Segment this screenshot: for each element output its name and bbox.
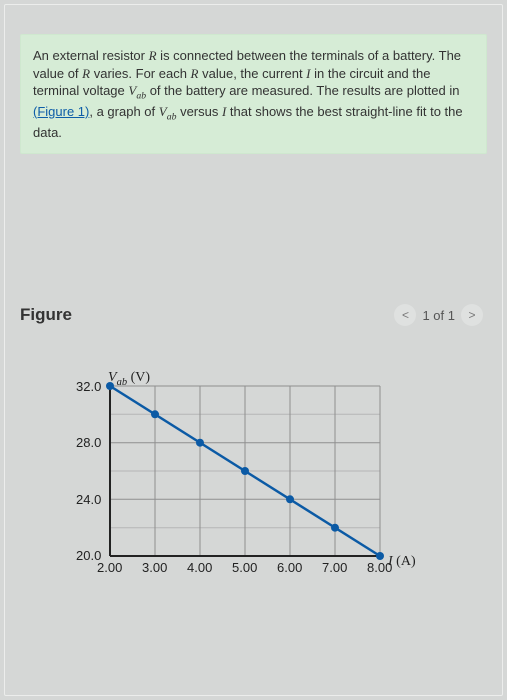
- figure-header: Figure < 1 of 1 >: [20, 304, 487, 326]
- var-R: R: [191, 66, 199, 81]
- x-tick: 2.00: [97, 560, 122, 575]
- var-Vab-sub: ab: [136, 91, 146, 102]
- text: value, the current: [199, 66, 307, 81]
- text: of the battery are measured. The results…: [146, 83, 459, 98]
- text: varies. For each: [90, 66, 190, 81]
- vab-vs-i-chart: Vab (V) I (A): [70, 376, 430, 586]
- y-tick: 28.0: [76, 435, 101, 450]
- x-tick: 8.00: [367, 560, 392, 575]
- figure-pager: < 1 of 1 >: [394, 304, 483, 326]
- chart-svg: [70, 376, 430, 586]
- var-Vab-main: V: [159, 104, 167, 119]
- x-tick: 4.00: [187, 560, 212, 575]
- y-tick: 32.0: [76, 379, 101, 394]
- var-R: R: [149, 48, 157, 63]
- pager-text: 1 of 1: [422, 308, 455, 323]
- figure-link[interactable]: (Figure 1): [33, 104, 89, 119]
- text: An external resistor: [33, 48, 149, 63]
- prev-figure-button[interactable]: <: [394, 304, 416, 326]
- text: , a graph of: [89, 104, 158, 119]
- text: versus: [176, 104, 222, 119]
- var-R: R: [82, 66, 90, 81]
- x-tick: 3.00: [142, 560, 167, 575]
- x-tick: 6.00: [277, 560, 302, 575]
- x-tick: 5.00: [232, 560, 257, 575]
- problem-statement: An external resistor R is connected betw…: [20, 34, 487, 154]
- next-figure-button[interactable]: >: [461, 304, 483, 326]
- x-tick: 7.00: [322, 560, 347, 575]
- figure-title: Figure: [20, 305, 72, 325]
- y-tick: 24.0: [76, 492, 101, 507]
- var-Vab-sub: ab: [167, 111, 177, 122]
